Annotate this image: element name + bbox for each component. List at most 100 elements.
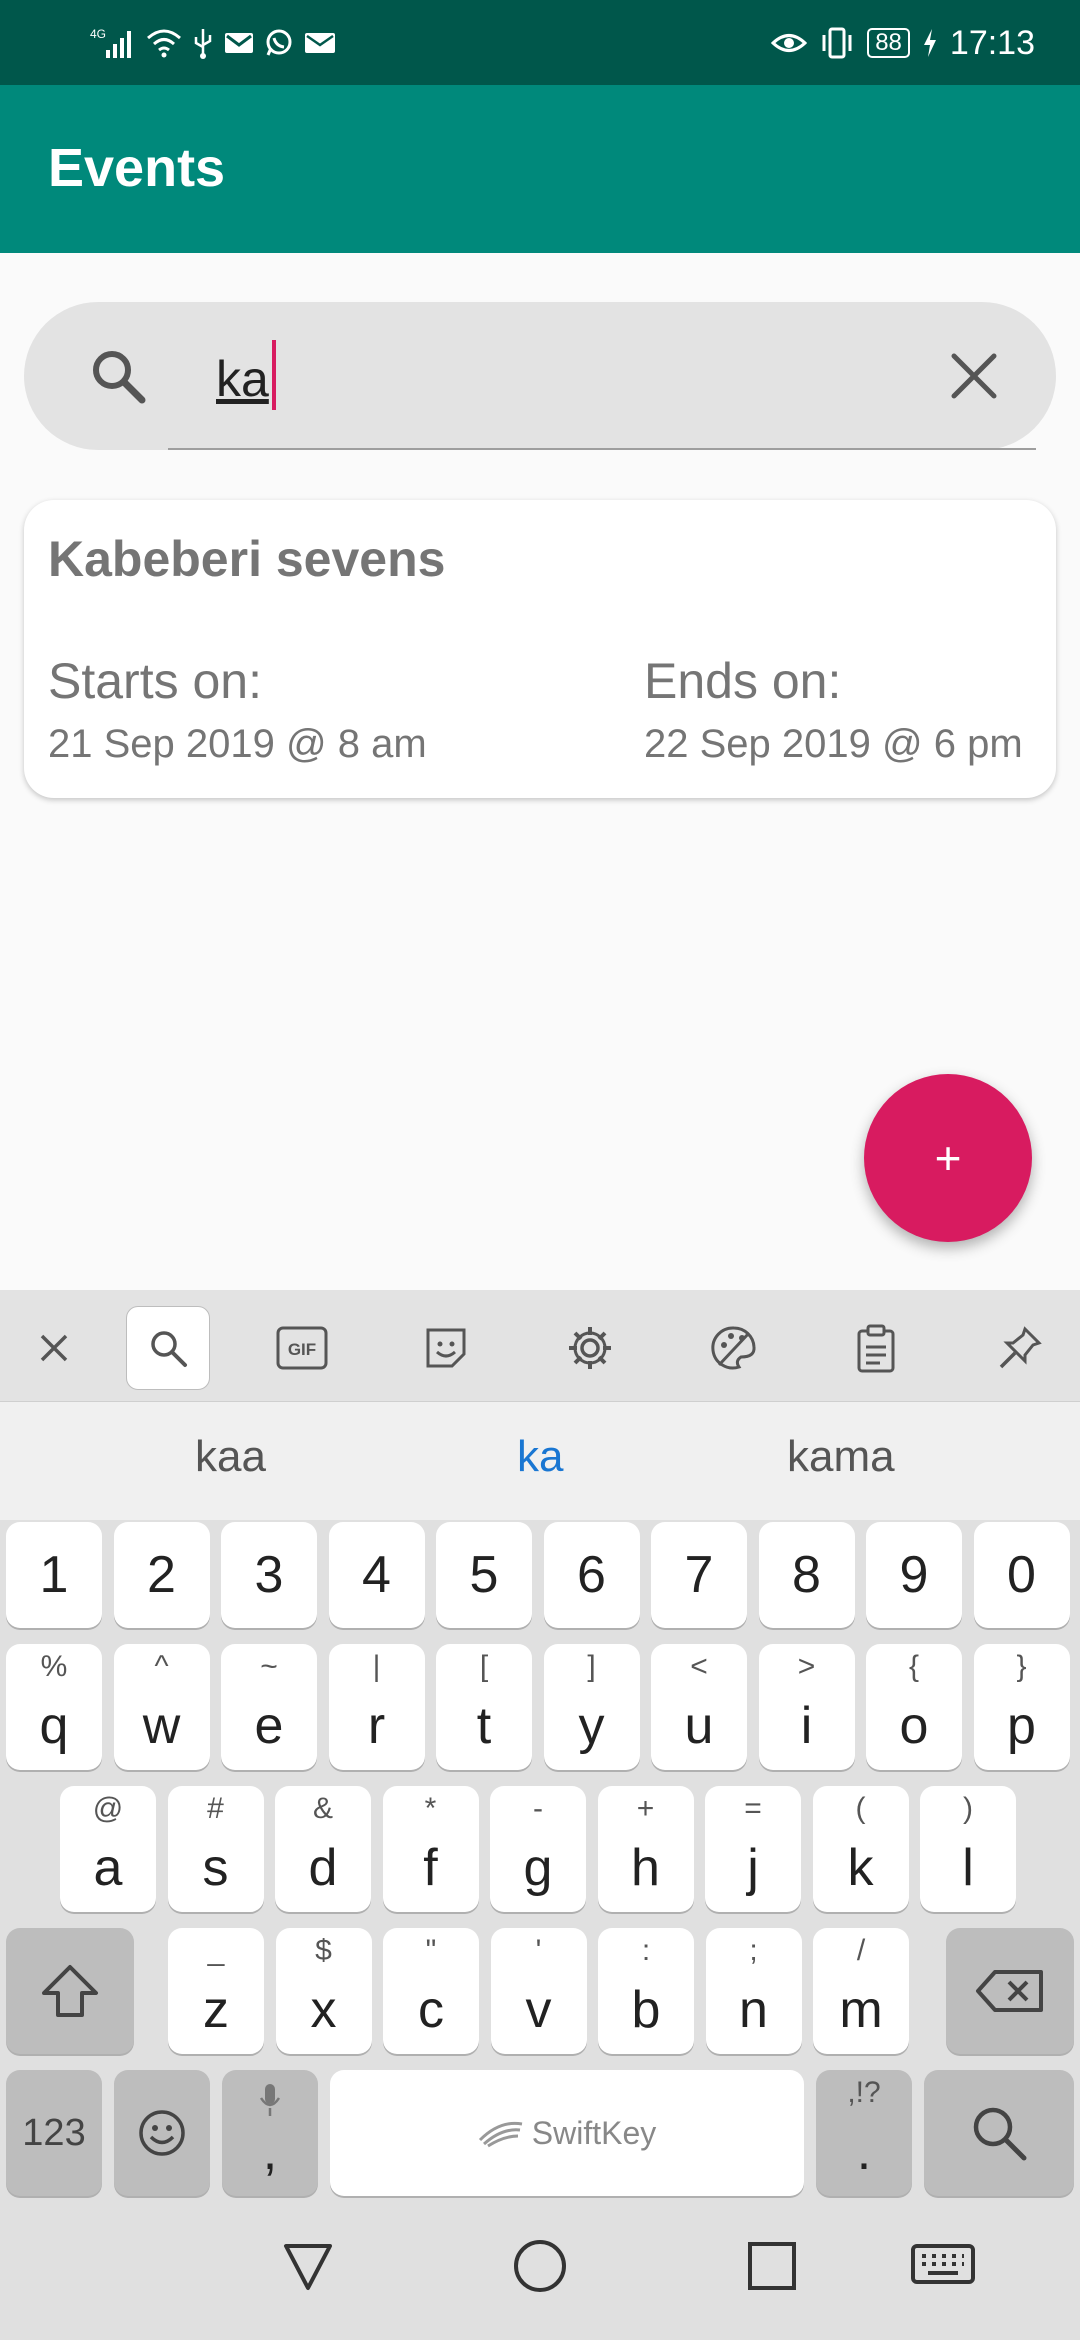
key-b-label: b (631, 1981, 661, 2039)
key-z-alt-label: _ (207, 1934, 225, 1967)
key-d[interactable]: d & (275, 1786, 371, 1912)
key-1[interactable]: 1 (6, 1522, 102, 1628)
key-w[interactable]: w ^ (113, 1644, 210, 1770)
mail-icon (304, 31, 336, 55)
key-x[interactable]: x $ (275, 1928, 372, 2054)
usb-icon (192, 27, 214, 59)
network-type: 4G (90, 27, 106, 41)
sticker-icon[interactable] (404, 1306, 488, 1390)
backspace-key[interactable] (946, 1928, 1074, 2054)
space-key[interactable]: SwiftKey (330, 2070, 804, 2196)
key-f[interactable]: f * (382, 1786, 479, 1912)
gif-icon[interactable]: GIF (260, 1306, 344, 1390)
key-7[interactable]: 7 (651, 1522, 747, 1628)
emoji-icon (114, 2070, 210, 2196)
numbers-key-label: 123 (22, 2111, 86, 2154)
key-u-label: u (684, 1697, 714, 1755)
period-key[interactable]: .,!? (816, 2070, 912, 2196)
key-v[interactable]: v ' (490, 1928, 587, 2054)
key-i[interactable]: i > (758, 1644, 855, 1770)
numbers-key[interactable]: 123 (6, 2070, 102, 2196)
navigation-bar (0, 2200, 1080, 2340)
key-f-label: f (423, 1839, 438, 1897)
event-title: Kabeberi sevens (48, 531, 446, 587)
recents-icon[interactable] (744, 2238, 800, 2299)
key-6[interactable]: 6 (543, 1522, 640, 1628)
comma-key[interactable]: , (222, 2070, 318, 2196)
keyboard-switch-icon[interactable] (910, 2238, 976, 2299)
key-2[interactable]: 2 (113, 1522, 210, 1628)
key-3[interactable]: 3 (221, 1522, 317, 1628)
key-p-label: p (1007, 1697, 1036, 1755)
key-c[interactable]: c " (383, 1928, 479, 2054)
back-icon[interactable] (280, 2238, 336, 2299)
key-0[interactable]: 0 (973, 1522, 1070, 1628)
key-r[interactable]: r | (328, 1644, 425, 1770)
key-8[interactable]: 8 (758, 1522, 855, 1628)
ends-label: Ends on: (644, 653, 842, 709)
search-bar[interactable]: ka (24, 302, 1056, 450)
ends-value: 22 Sep 2019 @ 6 pm (644, 722, 1023, 766)
suggestion-right[interactable]: kama (787, 1432, 895, 1482)
key-y[interactable]: y] (543, 1644, 640, 1770)
key-d-label: d (308, 1839, 338, 1897)
key-y-label: y (578, 1697, 605, 1755)
microphone-icon (258, 2082, 282, 2123)
key-l-label: l (962, 1839, 974, 1897)
key-t-alt-label: [ (479, 1650, 489, 1683)
key-k-label: k (847, 1839, 874, 1897)
key-l[interactable]: l) (920, 1786, 1016, 1912)
key-t[interactable]: t[ (436, 1644, 532, 1770)
suggestion-left[interactable]: kaa (195, 1432, 266, 1482)
home-icon[interactable] (512, 2238, 568, 2299)
clipboard-icon[interactable] (834, 1306, 918, 1390)
key-5[interactable]: 5 (436, 1522, 532, 1628)
clock: 17:13 (949, 23, 1035, 62)
plus-icon: + (934, 1132, 962, 1184)
status-right: 88 17:13 (771, 18, 1035, 68)
search-action-key[interactable] (924, 2070, 1074, 2196)
emoji-key[interactable] (114, 2070, 210, 2196)
pin-icon[interactable] (978, 1306, 1062, 1390)
status-bar: 4G 88 17:13 (0, 0, 1080, 85)
suggestion-strip: kaa ka kama (0, 1402, 1080, 1520)
signal-icon: 4G (90, 26, 136, 60)
key-y-alt-label: ] (587, 1650, 596, 1683)
key-z-label: z (203, 1981, 229, 2039)
close-icon[interactable] (12, 1306, 96, 1390)
key-o[interactable]: o{ (866, 1644, 962, 1770)
key-i-label: i (800, 1697, 813, 1755)
key-n[interactable]: n; (705, 1928, 802, 2054)
key-a[interactable]: a @ (60, 1786, 156, 1912)
key-p[interactable]: p} (973, 1644, 1070, 1770)
add-event-button[interactable]: + (864, 1074, 1032, 1242)
key-h-label: h (631, 1839, 660, 1897)
key-h[interactable]: h + (597, 1786, 694, 1912)
key-a-label: a (93, 1839, 123, 1897)
vibrate-icon (819, 27, 855, 59)
key-u[interactable]: u < (651, 1644, 747, 1770)
key-p-alt-label: } (1016, 1650, 1027, 1683)
key-4[interactable]: 4 (328, 1522, 425, 1628)
suggestion-center[interactable]: ka (517, 1432, 563, 1482)
key-b[interactable]: b: (598, 1928, 694, 2054)
key-k[interactable]: k( (812, 1786, 909, 1912)
clear-search-icon[interactable] (944, 346, 1004, 411)
search-input[interactable]: ka (216, 350, 269, 408)
key-m[interactable]: m / (813, 1928, 909, 2054)
swiftkey-brand: SwiftKey (330, 2070, 804, 2196)
key-d-alt-label: & (312, 1792, 333, 1825)
key-q[interactable]: q% (6, 1644, 102, 1770)
shift-key[interactable] (6, 1928, 134, 2054)
key-9[interactable]: 9 (866, 1522, 962, 1628)
key-e-alt-label: ~ (260, 1650, 278, 1683)
event-card[interactable]: Kabeberi sevens Starts on: 21 Sep 2019 @… (24, 500, 1056, 798)
key-s[interactable]: s # (167, 1786, 264, 1912)
search-icon[interactable] (126, 1306, 210, 1390)
key-j[interactable]: j = (705, 1786, 801, 1912)
key-z[interactable]: z _ (168, 1928, 264, 2054)
key-e[interactable]: e ~ (221, 1644, 317, 1770)
key-g[interactable]: g- (490, 1786, 586, 1912)
theme-icon[interactable] (692, 1306, 776, 1390)
settings-icon[interactable] (548, 1306, 632, 1390)
